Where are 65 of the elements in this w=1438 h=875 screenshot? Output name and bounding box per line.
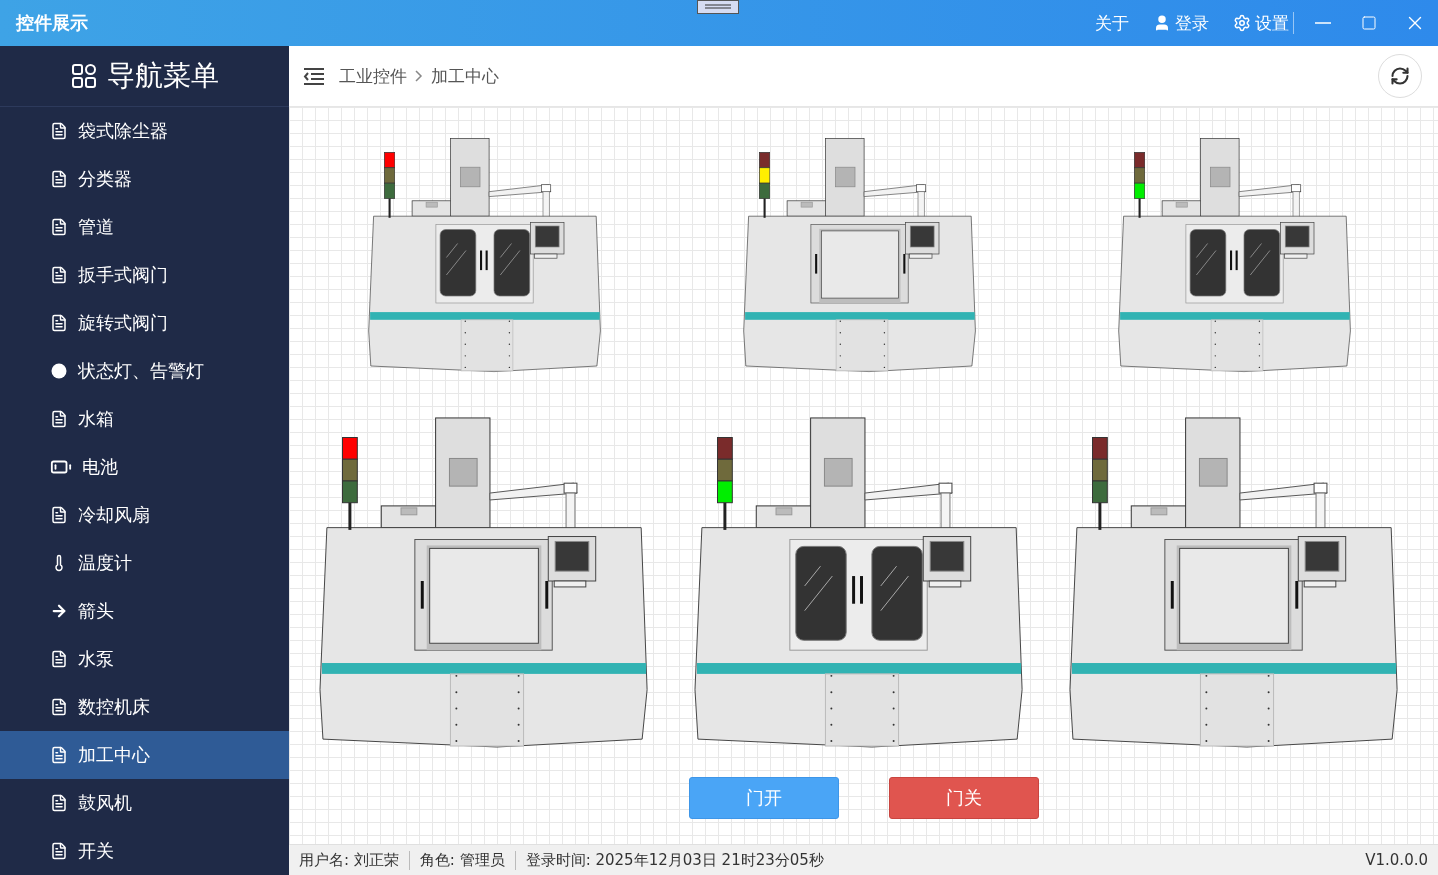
- item-label: 数控机床: [78, 695, 150, 719]
- grip-handle-icon[interactable]: [697, 0, 739, 14]
- maximize-icon: [1361, 15, 1377, 31]
- sidebar-item[interactable]: 水箱: [0, 395, 289, 443]
- minimize-icon: [1315, 22, 1331, 24]
- document-icon: [50, 314, 68, 332]
- sidebar-item[interactable]: 扳手式阀门: [0, 251, 289, 299]
- item-label: 加工中心: [78, 743, 150, 767]
- item-label: 旋转式阀门: [78, 311, 168, 335]
- dot-icon: [50, 362, 68, 380]
- menu-collapse-icon[interactable]: [303, 67, 325, 85]
- sidebar-item[interactable]: 分类器: [0, 155, 289, 203]
- sidebar-item[interactable]: 数控机床: [0, 683, 289, 731]
- item-label: 电池: [82, 455, 118, 479]
- status-field: 角色: 管理员: [408, 850, 515, 870]
- item-label: 温度计: [78, 551, 132, 575]
- chevron-icon: [415, 70, 423, 82]
- document-icon: [50, 122, 68, 140]
- sidebar-item[interactable]: 冷却风扇: [0, 491, 289, 539]
- user-icon: [1153, 14, 1171, 32]
- item-label: 冷却风扇: [78, 503, 150, 527]
- document-icon: [50, 650, 68, 668]
- document-icon: [50, 410, 68, 428]
- status-field: 登录时间: 2025年12月03日 21时23分05秒: [514, 850, 834, 870]
- document-icon: [50, 698, 68, 716]
- sidebar-item[interactable]: 水泵: [0, 635, 289, 683]
- sidebar-item[interactable]: 袋式除尘器: [0, 107, 289, 155]
- document-icon: [50, 170, 68, 188]
- sidebar-item[interactable]: 管道: [0, 203, 289, 251]
- document-icon: [50, 842, 68, 860]
- sidebar-item[interactable]: 电池: [0, 443, 289, 491]
- item-label: 分类器: [78, 167, 132, 191]
- door-button[interactable]: 门关: [888, 777, 1039, 819]
- item-label: 扳手式阀门: [78, 263, 168, 287]
- item-label: 袋式除尘器: [78, 119, 168, 143]
- sidebar-item[interactable]: 温度计: [0, 539, 289, 587]
- item-label: 箭头: [78, 599, 114, 623]
- sidebar-item[interactable]: 状态灯、告警灯: [0, 347, 289, 395]
- sidebar-title: 导航菜单: [106, 58, 219, 94]
- sidebar-item[interactable]: 箭头: [0, 587, 289, 635]
- document-icon: [50, 218, 68, 236]
- grid-icon: [70, 63, 97, 89]
- document-icon: [50, 746, 68, 764]
- item-label: 鼓风机: [78, 791, 132, 815]
- window-title: 控件展示: [16, 11, 88, 35]
- item-label: 状态灯、告警灯: [78, 359, 204, 383]
- refresh-button[interactable]: [1378, 54, 1422, 98]
- sidebar-item[interactable]: 开关: [0, 827, 289, 875]
- breadcrumb-item[interactable]: 工业控件: [339, 64, 407, 88]
- status-field: 用户名: 刘正荣: [299, 850, 409, 870]
- version-label: V1.0.0.0: [1365, 851, 1428, 869]
- arrow-icon: [50, 602, 68, 620]
- settings-icon: [1233, 14, 1251, 32]
- refresh-icon: [1390, 66, 1410, 86]
- item-label: 水箱: [78, 407, 114, 431]
- item-label: 管道: [78, 215, 114, 239]
- item-label: 开关: [78, 839, 114, 863]
- sidebar-item[interactable]: 旋转式阀门: [0, 299, 289, 347]
- breadcrumb-item[interactable]: 加工中心: [431, 64, 499, 88]
- document-icon: [50, 266, 68, 284]
- document-icon: [50, 794, 68, 812]
- sidebar-item[interactable]: 鼓风机: [0, 779, 289, 827]
- document-icon: [50, 506, 68, 524]
- item-label: 水泵: [78, 647, 114, 671]
- sidebar-item[interactable]: 加工中心: [0, 731, 289, 779]
